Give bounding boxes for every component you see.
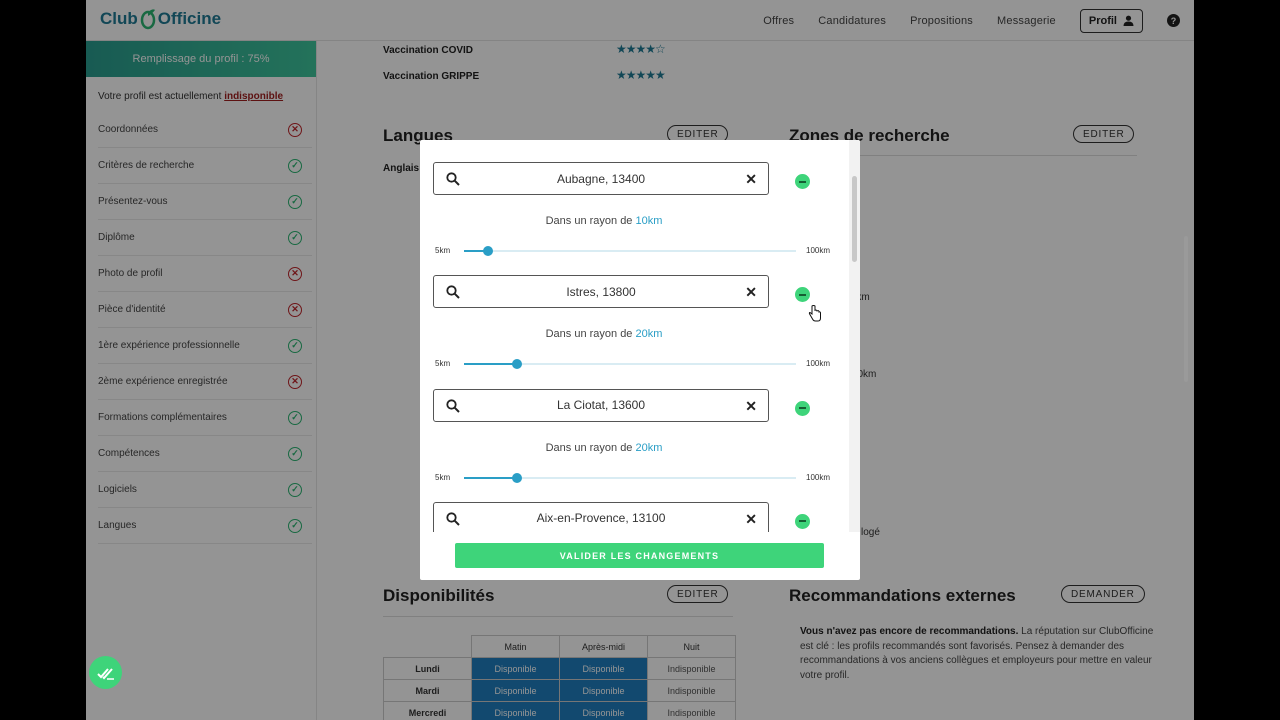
minus-icon <box>799 180 806 183</box>
app-window: Club Officine Offres Candidatures Propos… <box>86 0 1194 720</box>
slider-fill <box>464 476 518 479</box>
radius-label: Dans un rayon de 20km <box>420 328 788 340</box>
slider-min-label: 5km <box>435 359 451 369</box>
remove-zone-button[interactable] <box>795 400 810 416</box>
search-icon <box>446 398 460 413</box>
slider-min-label: 5km <box>435 246 451 255</box>
city-value: La Ciotat, 13600 <box>556 398 646 413</box>
clear-icon[interactable]: ✕ <box>745 284 757 301</box>
minus-icon <box>799 293 806 296</box>
slider-thumb[interactable] <box>483 246 494 256</box>
search-icon <box>446 512 460 526</box>
radius-prefix: Dans un rayon de <box>545 328 636 341</box>
double-check-icon <box>96 667 114 680</box>
slider-max-label: 100km <box>806 472 831 482</box>
city-value: Aubagne, 13400 <box>556 171 646 186</box>
radius-slider[interactable] <box>464 359 796 370</box>
slider-min-label: 5km <box>435 472 451 482</box>
slider-thumb[interactable] <box>512 472 523 483</box>
clear-icon[interactable]: ✕ <box>745 511 757 528</box>
city-value: Istres, 13800 <box>566 284 636 299</box>
zone-edit-block: Aix-en-Provence, 13100 ✕ <box>420 501 849 532</box>
modal-scroll-area: Aubagne, 13400 ✕ Dans un rayon de 10km 5km 1… <box>420 140 860 532</box>
city-search-input[interactable]: La Ciotat, 13600 ✕ <box>433 388 769 422</box>
minus-icon <box>799 520 806 523</box>
radius-value: 20km <box>635 328 663 341</box>
zone-edit-block: Istres, 13800 ✕ Dans un rayon de 20km 5km 10… <box>420 275 849 388</box>
city-search-input[interactable]: Aubagne, 13400 ✕ <box>433 162 769 195</box>
minus-icon <box>799 407 806 410</box>
city-search-input[interactable]: Aix-en-Provence, 13100 ✕ <box>433 501 769 532</box>
clear-icon[interactable]: ✕ <box>745 398 757 415</box>
radius-label: Dans un rayon de 10km <box>420 215 788 227</box>
slider-thumb[interactable] <box>512 359 523 370</box>
zone-edit-block: La Ciotat, 13600 ✕ Dans un rayon de 20km 5k… <box>420 388 849 502</box>
slider-max-label: 100km <box>806 246 831 255</box>
city-search-input[interactable]: Istres, 13800 ✕ <box>433 275 769 309</box>
page-scrollbar[interactable] <box>1184 236 1188 382</box>
zone-edit-block: Aubagne, 13400 ✕ Dans un rayon de 10km 5km 1… <box>420 162 849 275</box>
radius-value: 20km <box>635 441 663 454</box>
modal-scrollbar-thumb[interactable] <box>852 176 857 262</box>
slider-max-label: 100km <box>806 359 831 369</box>
radius-label: Dans un rayon de 20km <box>420 442 788 454</box>
clear-icon[interactable]: ✕ <box>745 171 757 188</box>
city-value: Aix-en-Provence, 13100 <box>536 511 666 526</box>
search-icon <box>446 172 460 186</box>
radius-slider[interactable] <box>464 472 796 483</box>
modal-scrollbar[interactable] <box>849 140 860 532</box>
radius-prefix: Dans un rayon de <box>545 215 636 227</box>
radius-value: 10km <box>635 215 663 227</box>
slider-fill <box>464 363 518 366</box>
remove-zone-button[interactable] <box>795 174 810 189</box>
radius-slider[interactable] <box>464 246 796 256</box>
remove-zone-button[interactable] <box>795 513 810 529</box>
remove-zone-button[interactable] <box>795 287 810 303</box>
validate-changes-button[interactable]: VALIDER LES CHANGEMENTS <box>455 543 824 568</box>
radius-prefix: Dans un rayon de <box>545 441 636 454</box>
search-icon <box>446 285 460 300</box>
hand-cursor-icon <box>808 305 821 322</box>
checklist-fab-button[interactable] <box>89 656 122 689</box>
zones-edit-modal: Aubagne, 13400 ✕ Dans un rayon de 10km 5km 1… <box>420 140 860 580</box>
